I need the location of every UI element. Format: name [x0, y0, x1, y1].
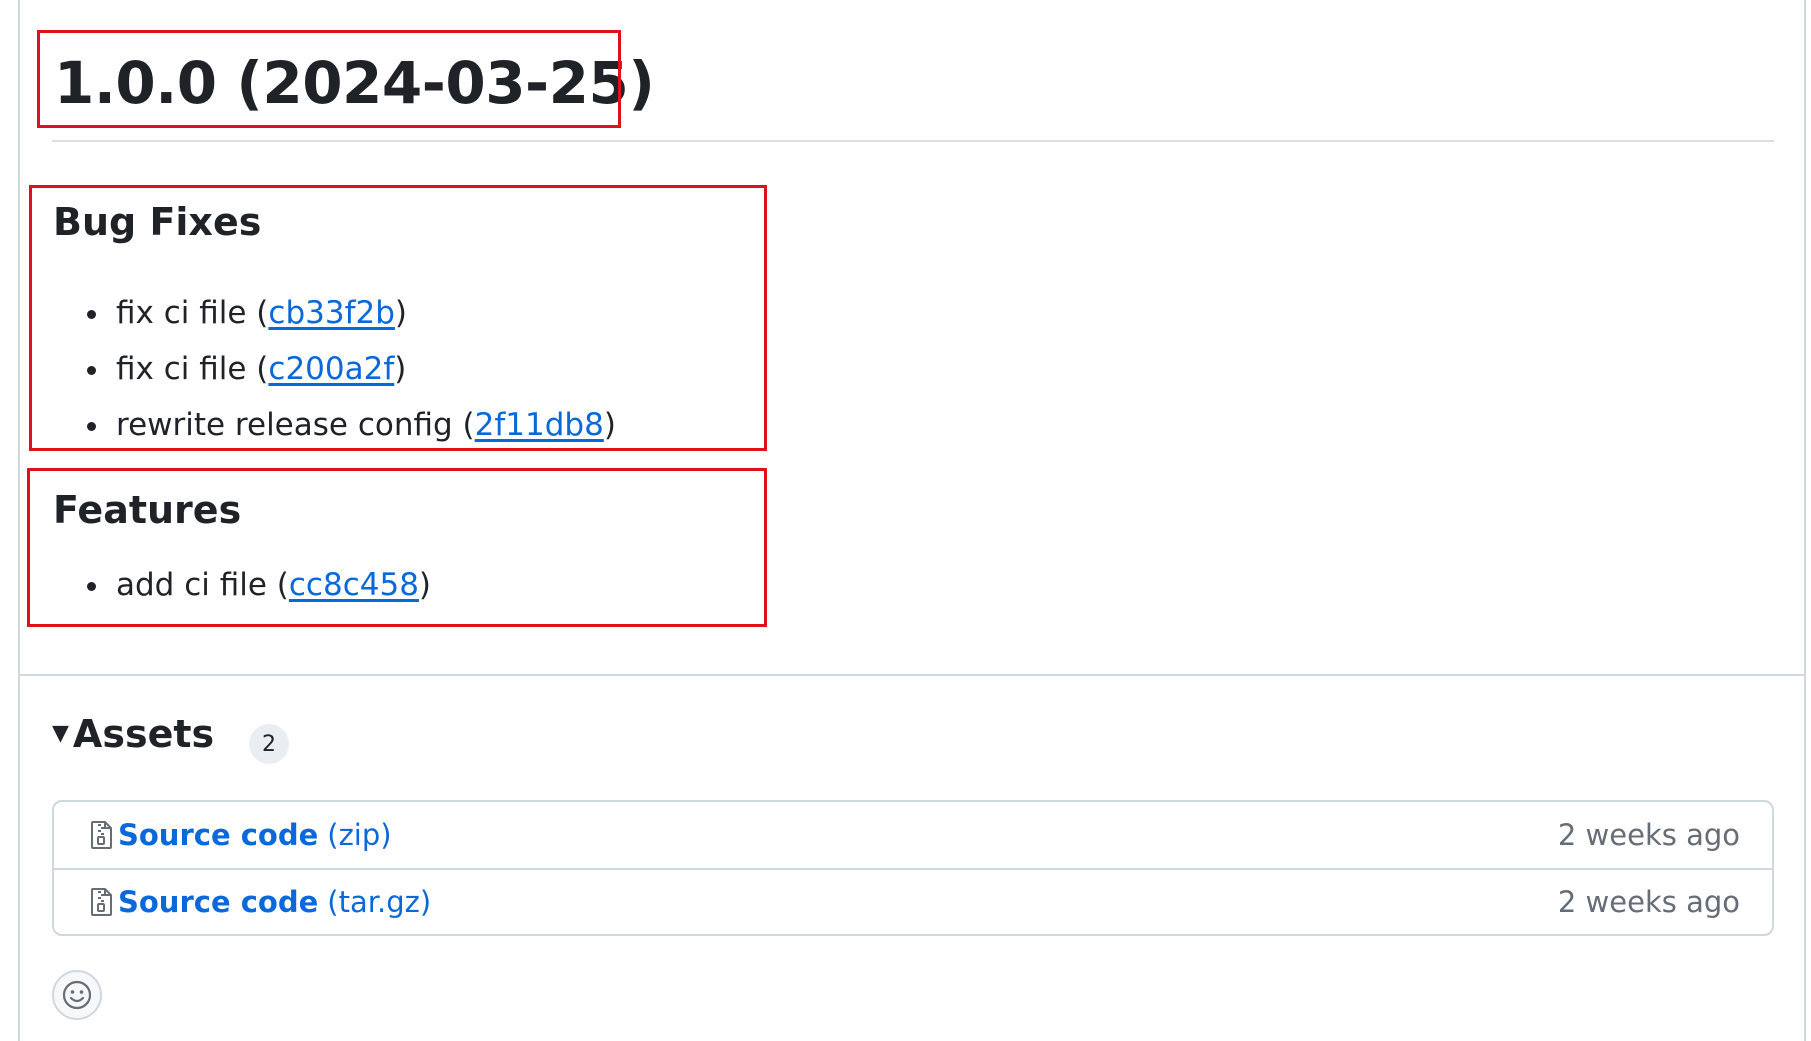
file-zip-icon [90, 820, 114, 850]
file-zip-icon [90, 887, 114, 917]
list-item-text: rewrite release config [116, 407, 453, 443]
commit-link[interactable]: cb33f2b [268, 295, 394, 331]
section-heading-features: Features [53, 488, 242, 532]
asset-row: Source code (zip) 2 weeks ago [54, 802, 1772, 868]
asset-ext: (tar.gz) [327, 885, 432, 919]
add-reaction-button[interactable] [52, 970, 102, 1020]
release-title: 1.0.0 (2024-03-25) [54, 49, 655, 117]
list-item-text: fix ci file [116, 295, 247, 331]
assets-list: Source code (zip) 2 weeks ago Source cod… [52, 800, 1774, 936]
commit-link[interactable]: cc8c458 [289, 567, 419, 603]
asset-link-zip[interactable]: Source code [118, 818, 318, 852]
asset-date: 2 weeks ago [1557, 818, 1740, 852]
smiley-icon [62, 980, 92, 1010]
title-divider [52, 140, 1774, 142]
assets-label: Assets [72, 712, 215, 756]
list-item: add ci file (cc8c458) [70, 557, 431, 613]
assets-divider [18, 674, 1806, 676]
asset-ext: (zip) [327, 818, 392, 852]
list-item: fix ci file (cb33f2b) [70, 285, 616, 341]
asset-row: Source code (tar.gz) 2 weeks ago [54, 868, 1772, 934]
assets-toggle[interactable]: ▼ Assets [52, 712, 214, 756]
bug-fixes-list: fix ci file (cb33f2b) fix ci file (c200a… [70, 285, 616, 453]
section-heading-bug-fixes: Bug Fixes [53, 200, 262, 244]
list-item-text: add ci file [116, 567, 267, 603]
triangle-down-icon: ▼ [52, 721, 69, 746]
list-item-text: fix ci file [116, 351, 247, 387]
asset-link-targz[interactable]: Source code [118, 885, 318, 919]
asset-date: 2 weeks ago [1557, 885, 1740, 919]
features-list: add ci file (cc8c458) [70, 557, 431, 613]
assets-count-badge: 2 [249, 724, 289, 764]
commit-link[interactable]: c200a2f [268, 351, 394, 387]
commit-link[interactable]: 2f11db8 [475, 407, 604, 443]
list-item: fix ci file (c200a2f) [70, 341, 616, 397]
list-item: rewrite release config (2f11db8) [70, 397, 616, 453]
